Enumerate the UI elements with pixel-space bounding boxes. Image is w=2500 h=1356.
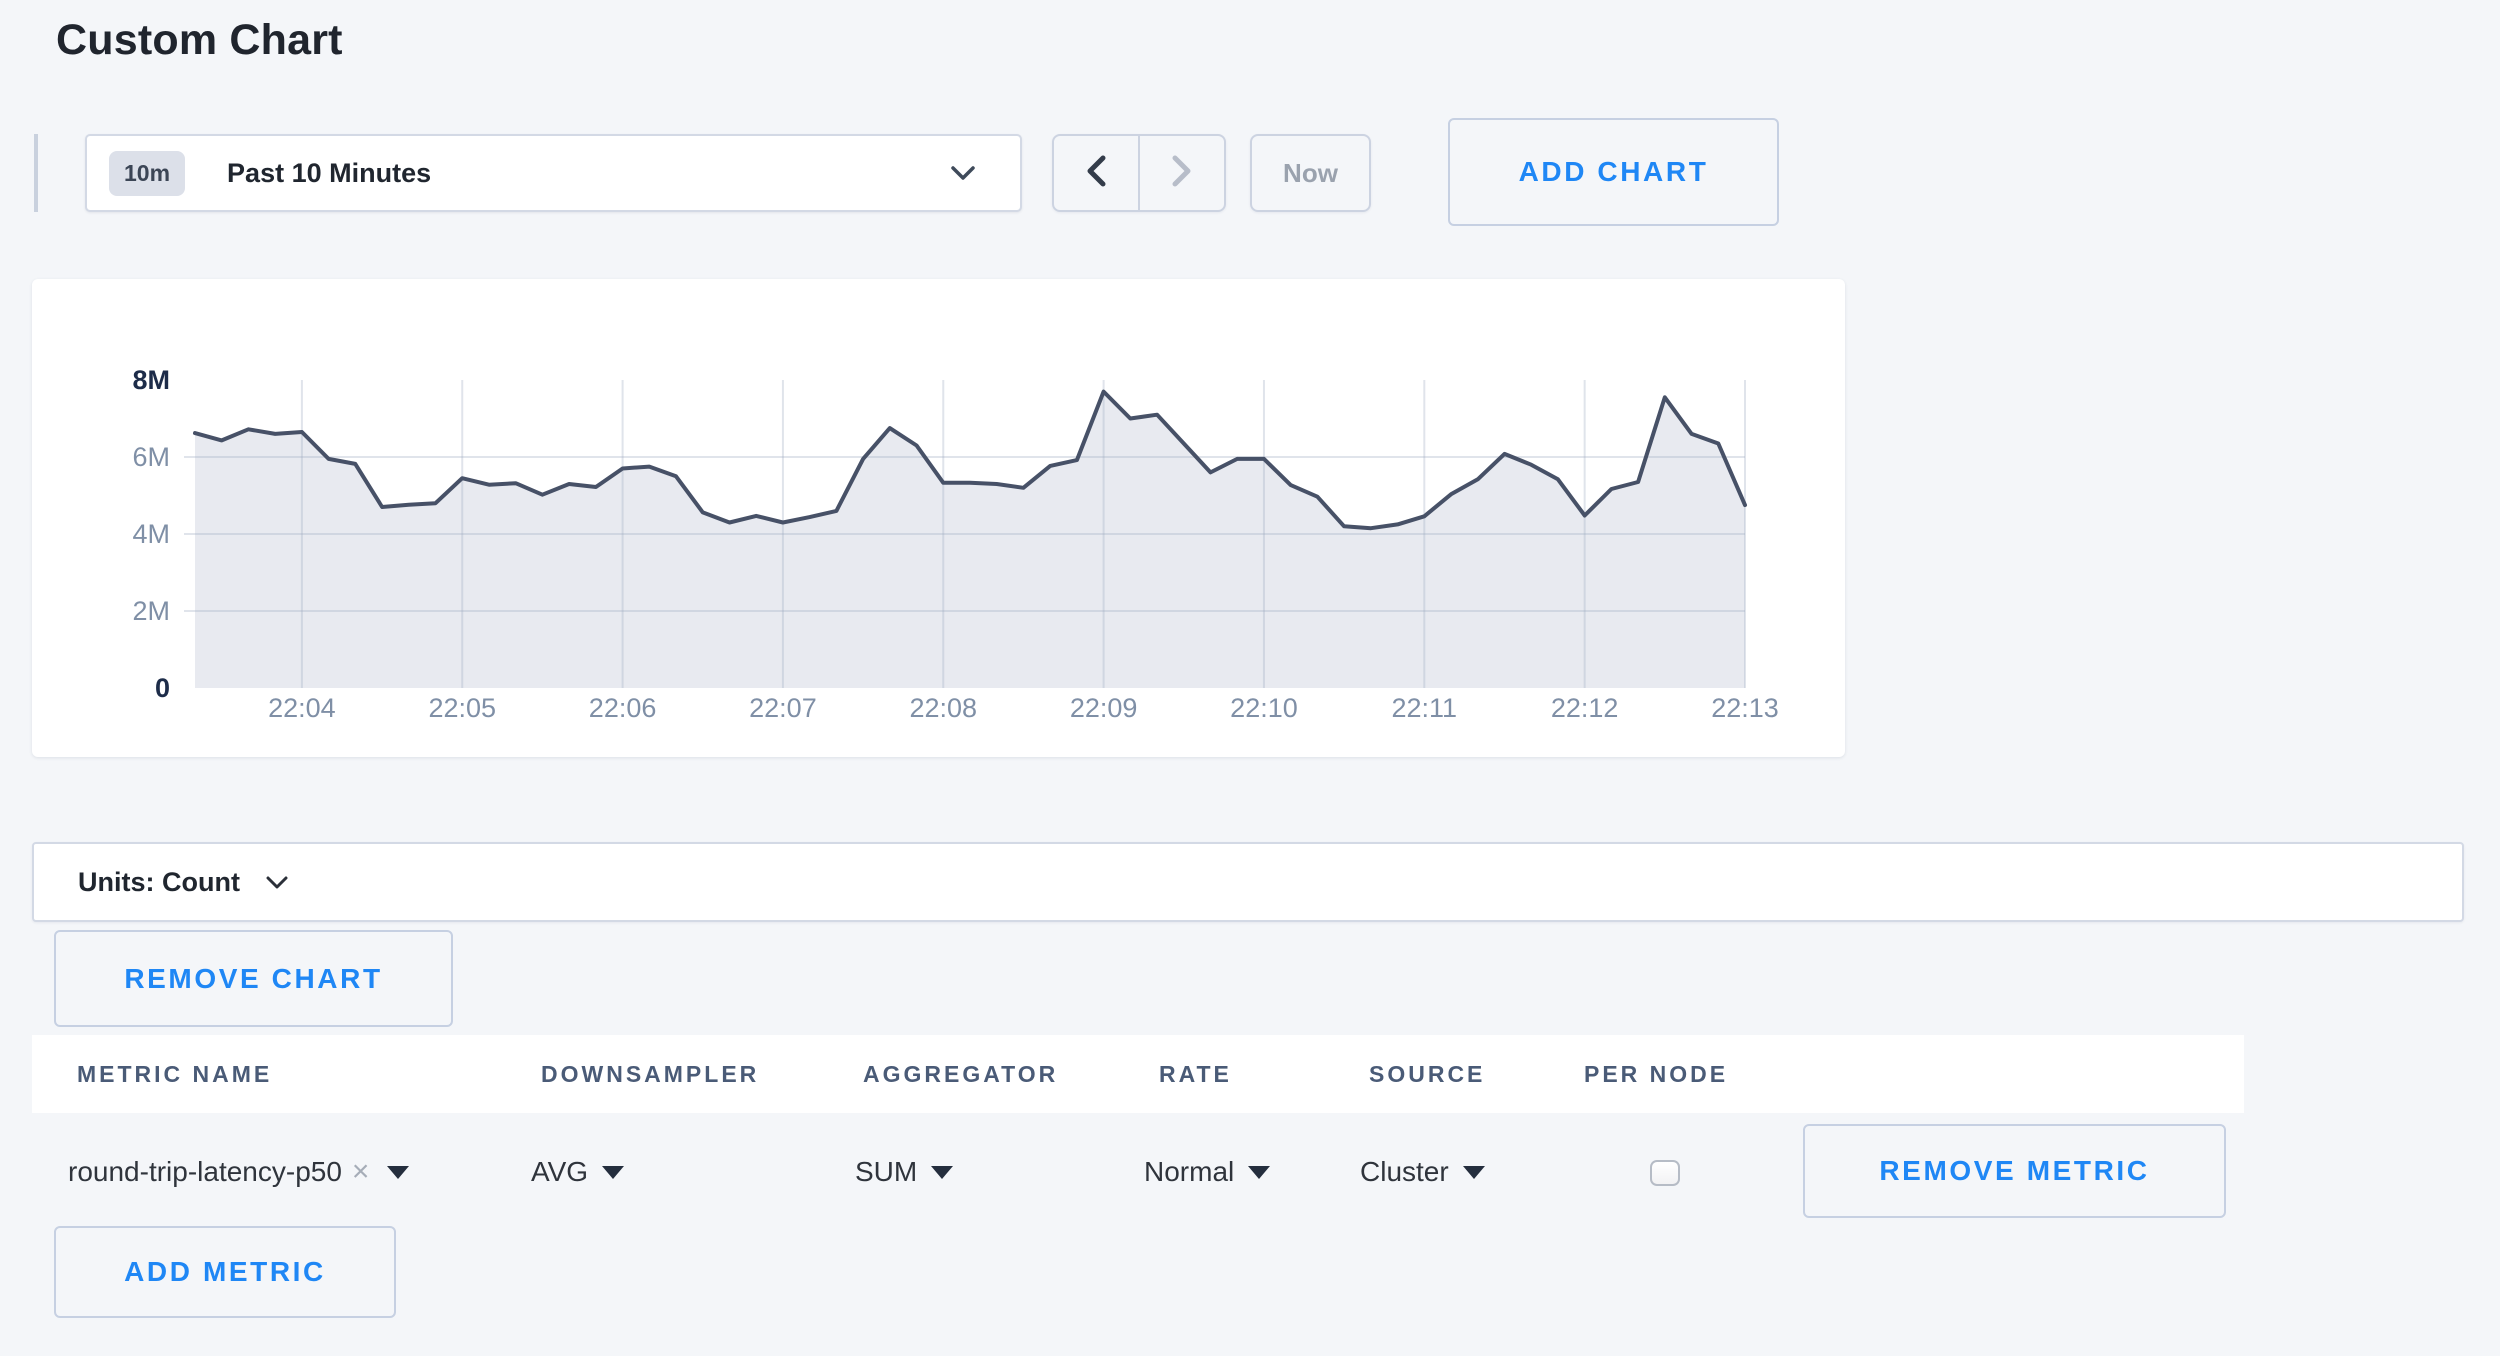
caret-down-icon	[602, 1166, 624, 1179]
caret-down-icon	[1463, 1166, 1485, 1179]
rate-value: Normal	[1144, 1156, 1234, 1188]
caret-down-icon	[387, 1166, 409, 1179]
svg-text:22:06: 22:06	[589, 693, 657, 723]
svg-text:22:05: 22:05	[428, 693, 496, 723]
column-header-rate: RATE	[1159, 1035, 1232, 1113]
metrics-table-header: METRIC NAME DOWNSAMPLER AGGREGATOR RATE …	[32, 1035, 2244, 1113]
source-dropdown[interactable]: Cluster	[1360, 1148, 1485, 1196]
time-window-select[interactable]: 10m Past 10 Minutes	[85, 134, 1022, 212]
source-value: Cluster	[1360, 1156, 1449, 1188]
metric-name-dropdown[interactable]: round-trip-latency-p50 ×	[68, 1148, 409, 1196]
time-nav-buttons	[1052, 134, 1226, 212]
time-window-label: Past 10 Minutes	[227, 158, 431, 189]
svg-text:22:07: 22:07	[749, 693, 817, 723]
chevron-left-icon	[1084, 154, 1108, 193]
svg-text:22:10: 22:10	[1230, 693, 1298, 723]
svg-text:22:09: 22:09	[1070, 693, 1138, 723]
aggregator-value: SUM	[855, 1156, 917, 1188]
svg-text:22:11: 22:11	[1392, 693, 1458, 723]
custom-chart-page: Custom Chart 10m Past 10 Minutes Now ADD…	[0, 0, 2500, 1356]
svg-text:22:12: 22:12	[1551, 693, 1619, 723]
chevron-right-icon	[1170, 154, 1194, 193]
now-button[interactable]: Now	[1250, 134, 1371, 212]
column-header-aggregator: AGGREGATOR	[863, 1035, 1058, 1113]
column-header-metric-name: METRIC NAME	[77, 1035, 272, 1113]
column-header-per-node: PER NODE	[1584, 1035, 1728, 1113]
svg-text:8M: 8M	[132, 365, 170, 395]
column-header-downsampler: DOWNSAMPLER	[541, 1035, 759, 1113]
svg-text:0: 0	[155, 673, 170, 703]
metric-name-value: round-trip-latency-p50	[68, 1156, 342, 1188]
page-title: Custom Chart	[56, 16, 343, 65]
add-chart-button[interactable]: ADD CHART	[1448, 118, 1779, 226]
remove-chart-button[interactable]: REMOVE CHART	[54, 930, 453, 1027]
next-time-button[interactable]	[1140, 136, 1224, 210]
svg-text:2M: 2M	[132, 596, 170, 626]
svg-text:6M: 6M	[132, 442, 170, 472]
clear-metric-icon[interactable]: ×	[352, 1155, 370, 1189]
rate-dropdown[interactable]: Normal	[1144, 1148, 1270, 1196]
time-window-badge: 10m	[109, 151, 185, 196]
svg-text:22:04: 22:04	[268, 693, 336, 723]
svg-text:22:13: 22:13	[1711, 693, 1779, 723]
caret-down-icon	[931, 1166, 953, 1179]
chart-card: 0 2M 4M 6M 8M 22:04 22:05 22:06 22:07 22:08 22:09 2…	[32, 279, 1845, 757]
downsampler-value: AVG	[531, 1156, 588, 1188]
chevron-down-icon	[266, 876, 288, 889]
prev-time-button[interactable]	[1054, 136, 1138, 210]
toolbar-accent-bar	[34, 134, 38, 212]
aggregator-dropdown[interactable]: SUM	[855, 1148, 953, 1196]
svg-text:4M: 4M	[132, 519, 170, 549]
add-metric-button[interactable]: ADD METRIC	[54, 1226, 396, 1318]
caret-down-icon	[1248, 1166, 1270, 1179]
downsampler-dropdown[interactable]: AVG	[531, 1148, 624, 1196]
svg-text:22:08: 22:08	[909, 693, 977, 723]
column-header-source: SOURCE	[1369, 1035, 1485, 1113]
units-select[interactable]: Units: Count	[32, 842, 2464, 922]
remove-metric-button[interactable]: REMOVE METRIC	[1803, 1124, 2226, 1218]
per-node-checkbox[interactable]	[1650, 1160, 1680, 1186]
metrics-chart: 0 2M 4M 6M 8M 22:04 22:05 22:06 22:07 22:08 22:09 2…	[32, 279, 1845, 757]
units-label: Units: Count	[78, 867, 240, 898]
chevron-down-icon	[950, 165, 976, 181]
